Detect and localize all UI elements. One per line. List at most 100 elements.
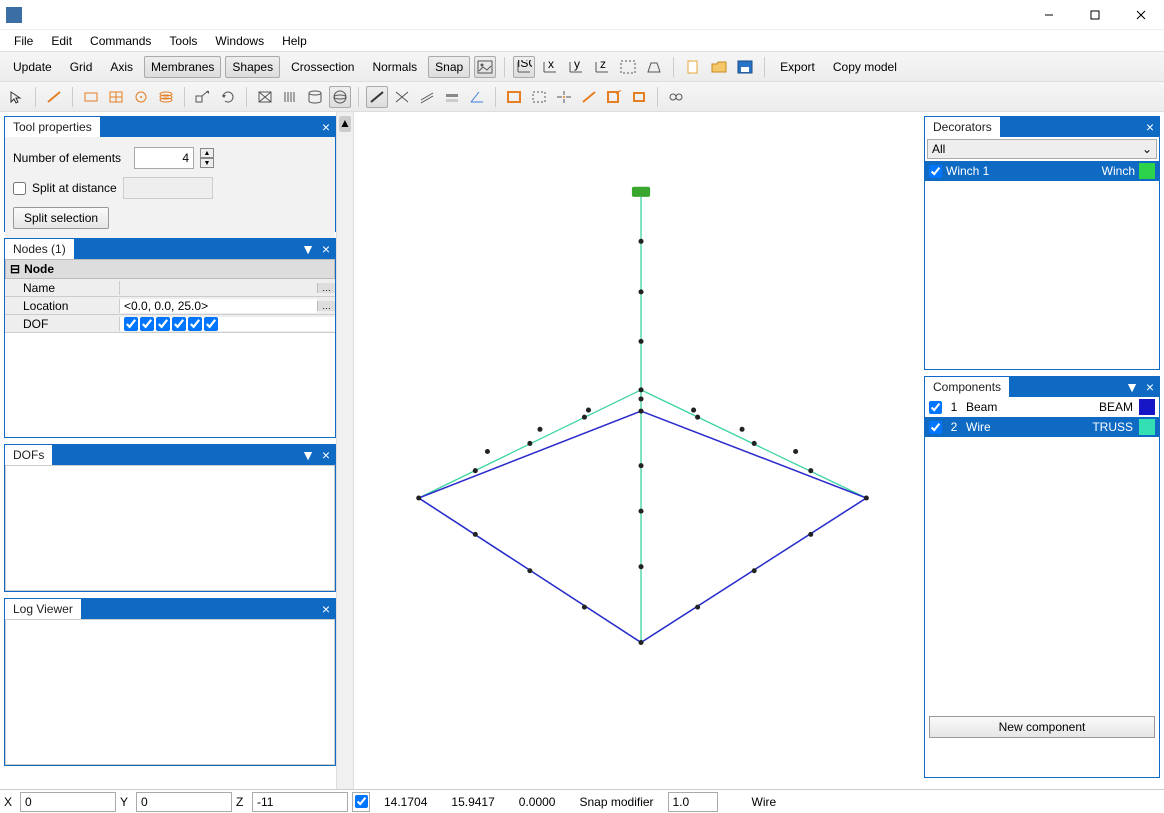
sel-rect-orange-icon[interactable] <box>503 86 525 108</box>
draw-grid-icon[interactable] <box>105 86 127 108</box>
transform-rotate-icon[interactable] <box>217 86 239 108</box>
new-component-button[interactable]: New component <box>929 716 1155 738</box>
component-checkbox[interactable] <box>929 401 942 414</box>
dof-check-1[interactable] <box>124 317 138 331</box>
component-row[interactable]: 2 Wire TRUSS <box>925 417 1159 437</box>
menu-edit[interactable]: Edit <box>43 32 80 50</box>
decorator-checkbox[interactable] <box>929 165 942 178</box>
draw-circle-icon[interactable] <box>130 86 152 108</box>
tool-export[interactable]: Export <box>773 56 822 78</box>
dof-check-4[interactable] <box>172 317 186 331</box>
status-x-input[interactable]: 0 <box>20 792 116 812</box>
panel-close-icon[interactable]: × <box>1141 118 1159 136</box>
shape-pattern-icon[interactable] <box>254 86 276 108</box>
panel-close-icon[interactable]: × <box>317 240 335 258</box>
snap-modifier-label: Snap modifier <box>569 795 663 809</box>
dof-check-5[interactable] <box>188 317 202 331</box>
tool-copy-model[interactable]: Copy model <box>826 56 904 78</box>
panel-dropdown-icon[interactable]: ▼ <box>299 446 317 464</box>
window-close-button[interactable] <box>1118 0 1164 30</box>
orange-box-check-icon[interactable] <box>603 86 625 108</box>
angle-icon[interactable] <box>466 86 488 108</box>
snap-point-icon[interactable] <box>553 86 575 108</box>
panel-dropdown-icon[interactable]: ▼ <box>1123 378 1141 396</box>
view-fit-icon[interactable] <box>617 56 639 78</box>
status-z-input[interactable]: -11 <box>252 792 348 812</box>
tool-picture-icon[interactable] <box>474 56 496 78</box>
snap-modifier-input[interactable]: 1.0 <box>668 792 718 812</box>
orange-diag-icon[interactable] <box>578 86 600 108</box>
shape-sphere-icon[interactable] <box>329 86 351 108</box>
window-minimize-button[interactable] <box>1026 0 1072 30</box>
view-iso-icon[interactable]: ISO <box>513 56 535 78</box>
link-chain-icon[interactable] <box>665 86 687 108</box>
scrollbar-thumb[interactable]: ▲ <box>339 116 351 132</box>
decorator-row[interactable]: Winch 1 Winch <box>925 161 1159 181</box>
tool-properties-title: Tool properties <box>5 117 101 137</box>
panel-close-icon[interactable]: × <box>317 118 335 136</box>
draw-stack-icon[interactable] <box>155 86 177 108</box>
tool-update[interactable]: Update <box>6 56 59 78</box>
component-row[interactable]: 1 Beam BEAM <box>925 397 1159 417</box>
tool-snap[interactable]: Snap <box>428 56 470 78</box>
split-line-icon[interactable] <box>366 86 388 108</box>
shape-cylinder-icon[interactable] <box>304 86 326 108</box>
parallel-lines-icon[interactable] <box>416 86 438 108</box>
decorators-filter-dropdown[interactable]: All⌄ <box>927 139 1157 159</box>
pointer-icon[interactable] <box>6 86 28 108</box>
component-color-swatch[interactable] <box>1139 419 1155 435</box>
tool-shapes[interactable]: Shapes <box>225 56 280 78</box>
prop-name-more-button[interactable]: … <box>317 283 335 293</box>
menu-file[interactable]: File <box>6 32 41 50</box>
num-elements-spin-down[interactable]: ▼ <box>200 158 214 168</box>
component-checkbox[interactable] <box>929 421 942 434</box>
panel-close-icon[interactable]: × <box>1141 378 1159 396</box>
panel-close-icon[interactable]: × <box>317 600 335 618</box>
num-elements-input[interactable] <box>134 147 194 169</box>
prop-location-value[interactable]: <0.0, 0.0, 25.0> <box>120 299 317 313</box>
status-checkbox[interactable] <box>352 792 370 812</box>
menu-help[interactable]: Help <box>274 32 315 50</box>
view-y-icon[interactable]: y <box>565 56 587 78</box>
view-x-icon[interactable]: x <box>539 56 561 78</box>
split-at-distance-checkbox[interactable] <box>13 182 26 195</box>
draw-rect-icon[interactable] <box>80 86 102 108</box>
file-save-icon[interactable] <box>734 56 756 78</box>
transform-scale-icon[interactable] <box>192 86 214 108</box>
view-persp-icon[interactable] <box>643 56 665 78</box>
component-color-swatch[interactable] <box>1139 399 1155 415</box>
panel-dropdown-icon[interactable]: ▼ <box>299 240 317 258</box>
tool-grid[interactable]: Grid <box>63 56 100 78</box>
viewport-canvas[interactable] <box>354 112 924 789</box>
orange-box-icon[interactable] <box>628 86 650 108</box>
right-panel-column: Decorators × All⌄ Winch 1 Winch <box>924 112 1164 789</box>
align-icon[interactable] <box>441 86 463 108</box>
shape-bars-icon[interactable] <box>279 86 301 108</box>
node-group-header[interactable]: ⊟Node <box>5 259 335 279</box>
view-z-icon[interactable]: z <box>591 56 613 78</box>
tool-normals[interactable]: Normals <box>365 56 424 78</box>
dof-check-3[interactable] <box>156 317 170 331</box>
dof-check-2[interactable] <box>140 317 154 331</box>
window-maximize-button[interactable] <box>1072 0 1118 30</box>
num-elements-spin-up[interactable]: ▲ <box>200 148 214 158</box>
tool-axis[interactable]: Axis <box>103 56 140 78</box>
file-open-icon[interactable] <box>708 56 730 78</box>
tool-crossection[interactable]: Crossection <box>284 56 361 78</box>
menu-windows[interactable]: Windows <box>207 32 272 50</box>
sel-rect-dash-icon[interactable] <box>528 86 550 108</box>
panel-close-icon[interactable]: × <box>317 446 335 464</box>
draw-line-orange-icon[interactable] <box>43 86 65 108</box>
left-scrollbar[interactable]: ▲ <box>336 112 354 789</box>
split-selection-button[interactable]: Split selection <box>13 207 109 229</box>
tool-properties-panel: Tool properties × Number of elements ▲ ▼… <box>4 116 336 232</box>
file-new-icon[interactable] <box>682 56 704 78</box>
menu-commands[interactable]: Commands <box>82 32 159 50</box>
menu-tools[interactable]: Tools <box>161 32 205 50</box>
tool-membranes[interactable]: Membranes <box>144 56 221 78</box>
prop-location-more-button[interactable]: … <box>317 301 335 311</box>
decorator-color-swatch[interactable] <box>1139 163 1155 179</box>
split-cross-icon[interactable] <box>391 86 413 108</box>
dof-check-6[interactable] <box>204 317 218 331</box>
status-y-input[interactable]: 0 <box>136 792 232 812</box>
